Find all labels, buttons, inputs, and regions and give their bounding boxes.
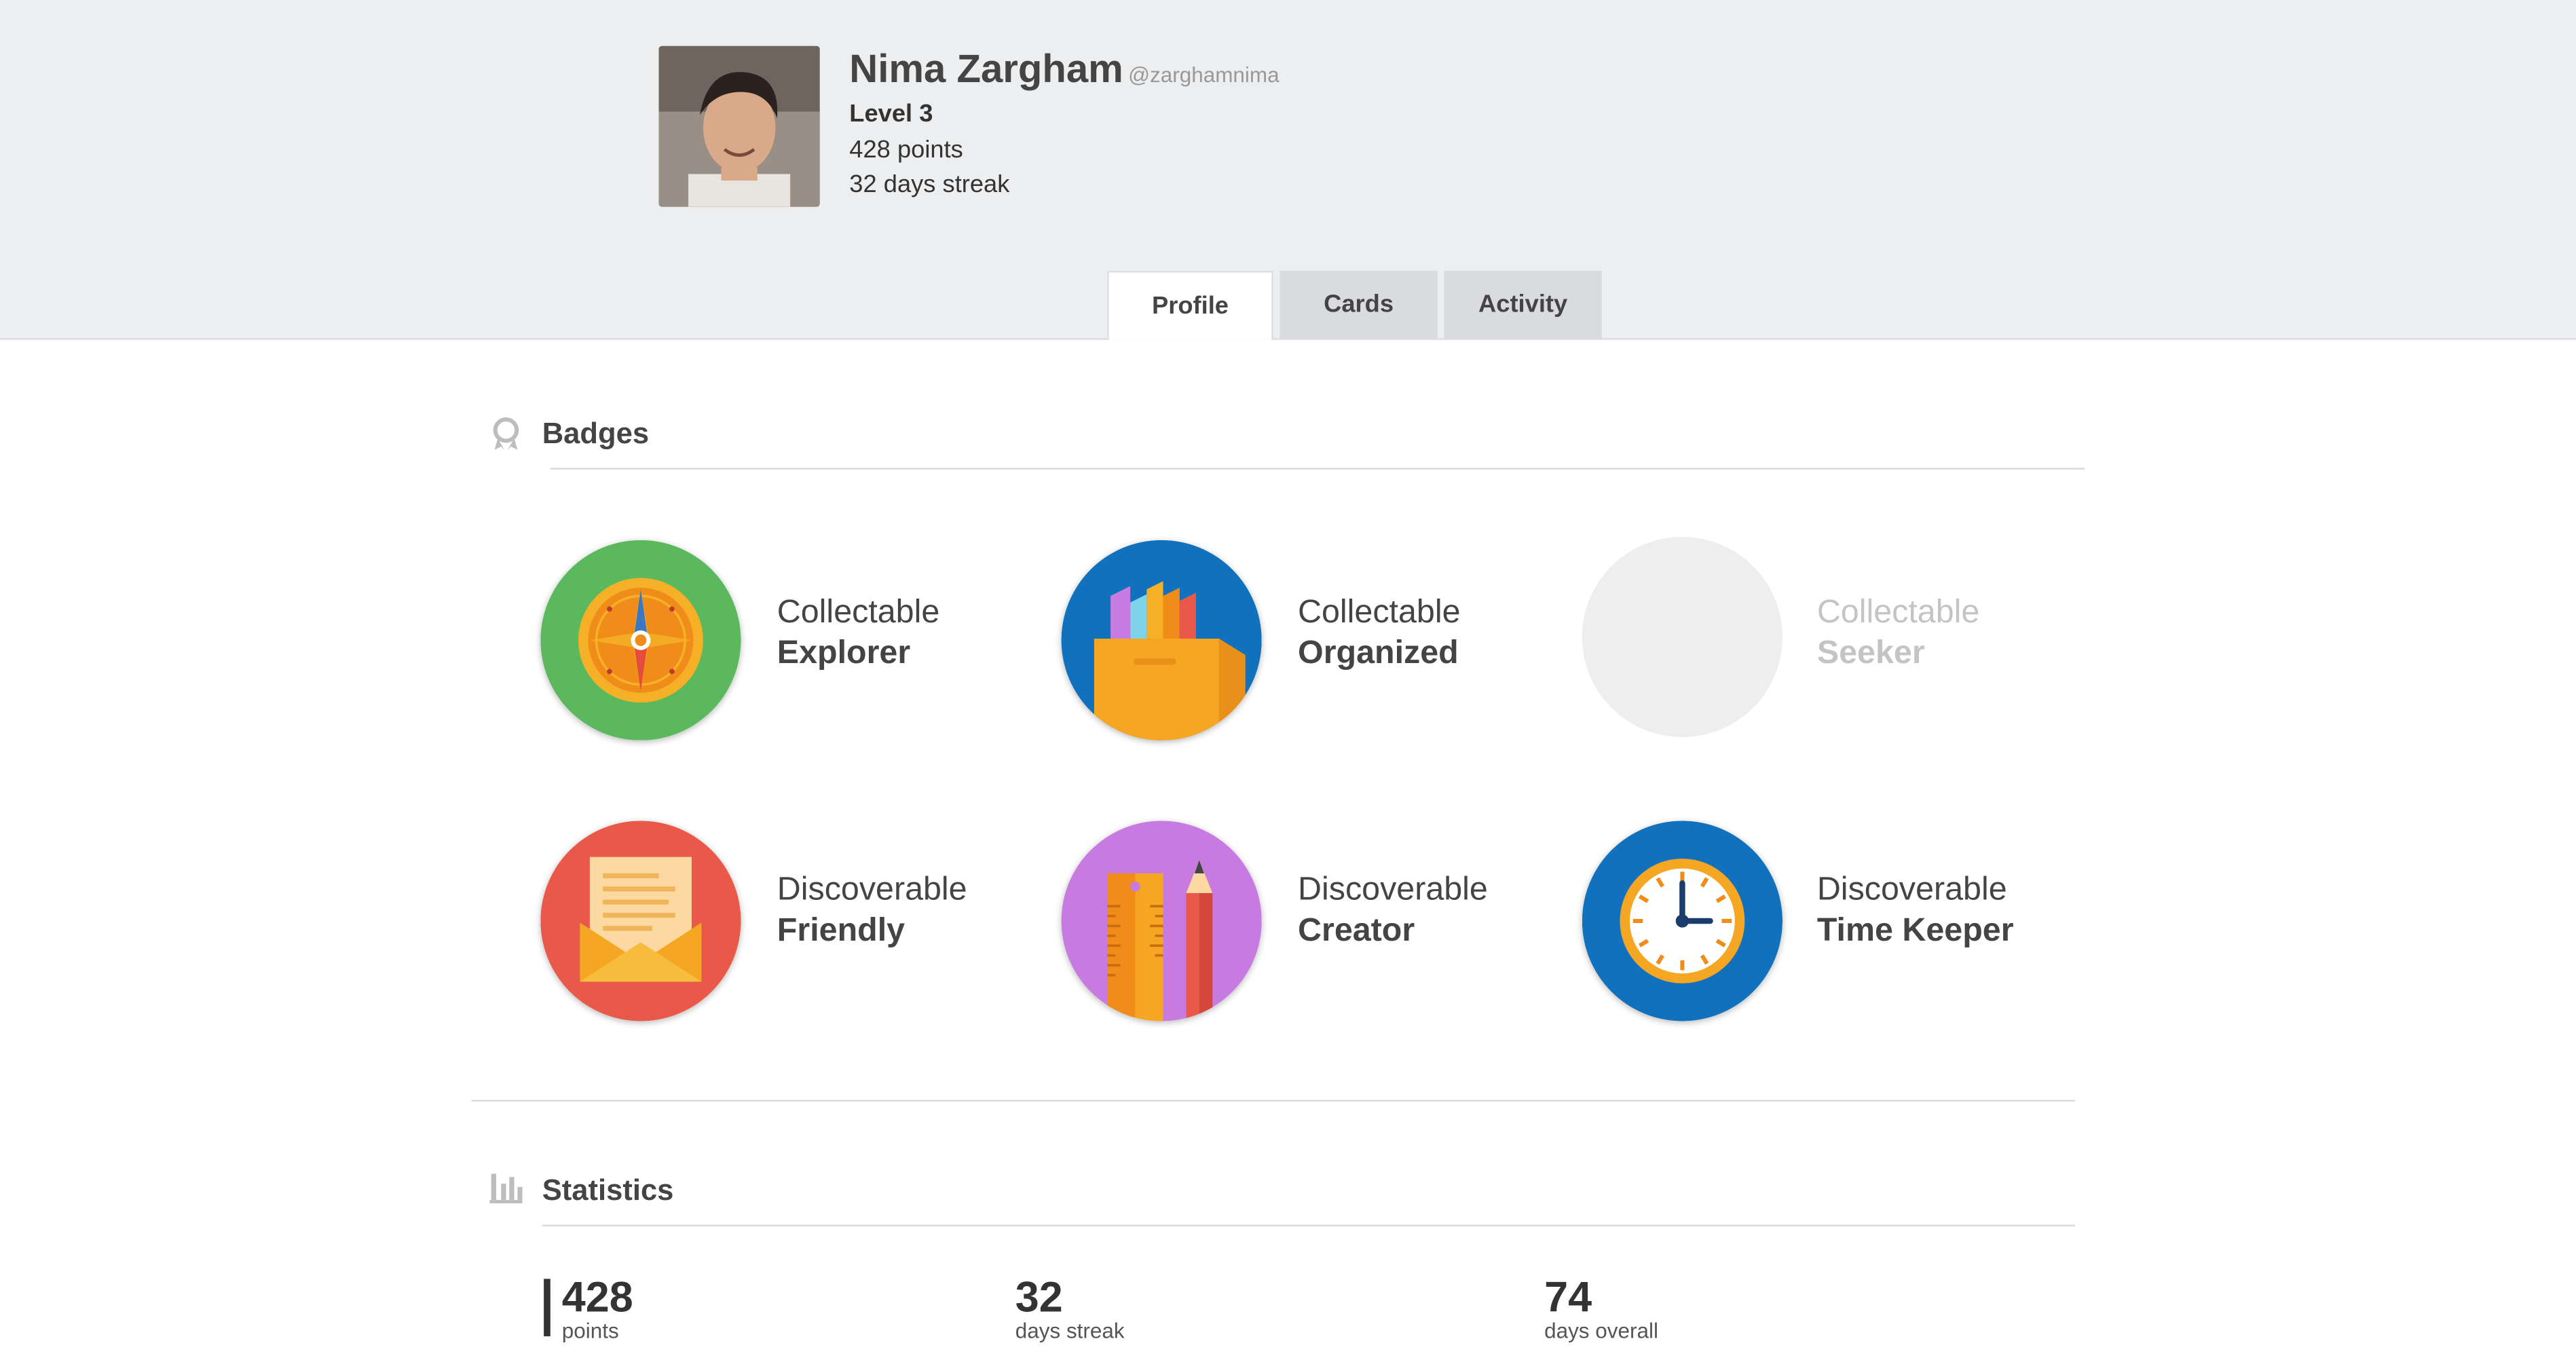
badge-name: Friendly	[777, 912, 906, 949]
badge-creator[interactable]	[1061, 821, 1262, 1021]
stat-label: days overall	[1544, 1318, 1658, 1343]
statistics-divider	[542, 1224, 2075, 1226]
badge-time-keeper[interactable]	[1582, 821, 1783, 1021]
stat-value: 32	[1015, 1272, 1063, 1322]
tab-profile[interactable]: Profile	[1107, 271, 1273, 340]
stat-accent-bar	[544, 1279, 550, 1336]
badge-kind: Collectable	[1816, 594, 1980, 630]
profile-name-text: Nima Zargham	[849, 48, 1123, 92]
badge-name: Organized	[1298, 635, 1459, 672]
badges-title: Badges	[542, 417, 650, 450]
avatar[interactable]	[658, 45, 820, 207]
badge-explorer[interactable]	[540, 540, 741, 740]
badge-ribbon-icon	[489, 415, 522, 459]
badge-seeker-locked[interactable]	[1582, 536, 1783, 738]
badge-kind: Discoverable	[777, 871, 967, 908]
badge-seeker-label: Collectable Seeker	[1817, 592, 1979, 675]
badge-friendly[interactable]	[540, 821, 741, 1021]
badges-divider	[550, 468, 2085, 470]
badge-kind: Discoverable	[1298, 871, 1488, 908]
badge-friendly-label: Discoverable Friendly	[777, 870, 967, 952]
badge-creator-label: Discoverable Creator	[1298, 870, 1488, 952]
stat-days-overall: 74 days overall	[1544, 1274, 1658, 1343]
ruler-pencil-icon	[1061, 821, 1262, 1021]
badge-kind: Discoverable	[1816, 871, 2007, 908]
statistics-title: Statistics	[542, 1173, 674, 1207]
profile-points: 428 points	[849, 136, 963, 164]
stat-label: days streak	[1015, 1318, 1125, 1343]
envelope-letter-icon	[540, 821, 741, 1021]
stat-label: points	[561, 1318, 619, 1343]
profile-name: Nima Zargham @zarghamnima	[849, 48, 1279, 94]
badge-name: Time Keeper	[1816, 912, 2014, 949]
stat-days-streak: 32 days streak	[1015, 1274, 1125, 1343]
stat-value: 428	[561, 1272, 633, 1322]
badge-explorer-label: Collectable Explorer	[777, 592, 939, 675]
badge-time-keeper-label: Discoverable Time Keeper	[1817, 870, 2014, 952]
badge-organized-label: Collectable Organized	[1298, 592, 1460, 675]
clock-icon	[1582, 821, 1783, 1021]
compass-icon	[540, 540, 741, 740]
avatar-photo	[658, 45, 820, 207]
badge-kind: Collectable	[1298, 594, 1461, 630]
section-divider	[471, 1099, 2075, 1102]
profile-handle[interactable]: @zarghamnima	[1128, 62, 1280, 87]
tab-cards[interactable]: Cards	[1280, 271, 1438, 339]
badge-kind: Collectable	[777, 594, 940, 630]
badge-name: Seeker	[1816, 635, 1925, 672]
stat-value: 74	[1544, 1272, 1592, 1322]
profile-header: Nima Zargham @zarghamnima Level 3 428 poi…	[0, 0, 2576, 340]
stat-points: 428 points	[562, 1274, 633, 1343]
bar-chart-icon	[489, 1171, 523, 1211]
badge-name: Explorer	[777, 635, 911, 672]
profile-level: Level 3	[849, 100, 933, 128]
tab-activity[interactable]: Activity	[1444, 271, 1602, 339]
badge-name: Creator	[1298, 912, 1415, 949]
profile-streak: 32 days streak	[849, 170, 1010, 199]
badge-organized[interactable]	[1061, 540, 1262, 740]
folder-files-icon	[1061, 540, 1262, 740]
